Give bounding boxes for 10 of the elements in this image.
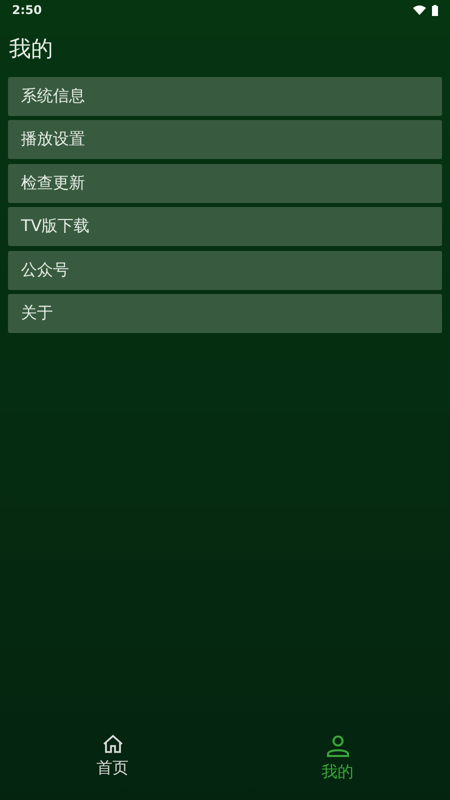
nav-tab[interactable]: 首页 xyxy=(96,734,128,779)
menu-item[interactable]: 关于 xyxy=(8,294,442,333)
menu-item[interactable]: TV版下载 xyxy=(8,207,442,246)
page-title: 我的 xyxy=(9,36,54,64)
menu-item[interactable]: 系统信息 xyxy=(8,77,442,116)
menu-item[interactable]: 检查更新 xyxy=(8,164,442,203)
status-time: 2:50 xyxy=(12,3,42,17)
nav-tab[interactable]: 我的 xyxy=(322,734,354,783)
menu-item[interactable]: 公众号 xyxy=(8,250,442,290)
menu-item[interactable]: 播放设置 xyxy=(8,120,442,160)
